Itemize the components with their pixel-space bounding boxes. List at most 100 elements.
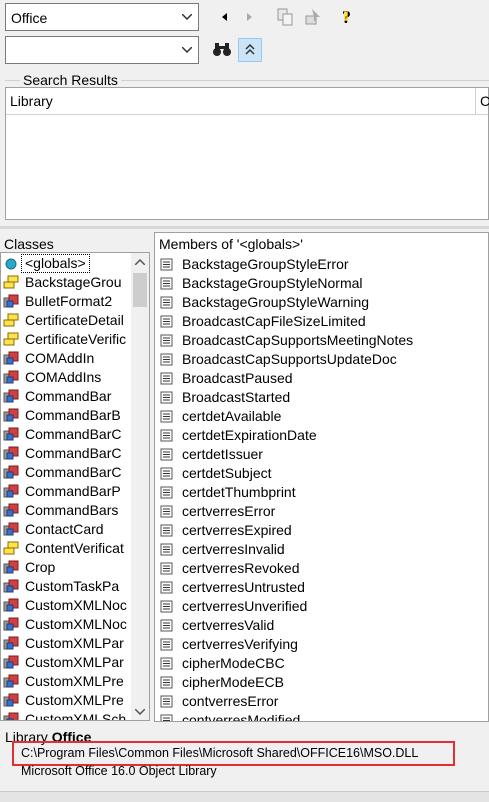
class-list-item[interactable]: COMAddIns: [1, 368, 131, 387]
class-list-item[interactable]: COMAddIn: [1, 349, 131, 368]
member-list-item[interactable]: cipherModeECB: [155, 673, 485, 692]
class-list-item-label: ContentVerificat: [25, 540, 124, 556]
member-list-item-label: contverresModified: [182, 712, 301, 722]
member-list-item[interactable]: certverresError: [155, 502, 485, 521]
class-icon: [3, 446, 19, 460]
constant-icon: [160, 562, 173, 575]
column-header-library[interactable]: Library: [6, 88, 476, 114]
class-list-item[interactable]: CustomXMLSch: [1, 710, 131, 720]
class-list-item-label: CommandBars: [25, 502, 119, 518]
members-list[interactable]: Members of '<globals>' BackstageGroupSty…: [154, 232, 489, 722]
class-list-item[interactable]: CustomXMLPre: [1, 691, 131, 710]
class-list-item[interactable]: CustomXMLNoc: [1, 615, 131, 634]
member-list-item[interactable]: certdetAvailable: [155, 407, 485, 426]
member-list-item[interactable]: certverresRevoked: [155, 559, 485, 578]
constant-icon: [160, 543, 173, 556]
class-list-item[interactable]: CommandBarC: [1, 444, 131, 463]
member-list-item[interactable]: certdetThumbprint: [155, 483, 485, 502]
classes-scrollbar[interactable]: [131, 253, 149, 720]
member-list-item[interactable]: contverresError: [155, 692, 485, 711]
binoculars-icon: [213, 43, 231, 56]
class-list-item[interactable]: CertificateVerific: [1, 330, 131, 349]
class-list-item-label: CommandBarC: [25, 464, 122, 480]
member-list-item[interactable]: BroadcastCapSupportsUpdateDoc: [155, 350, 485, 369]
class-list-item[interactable]: BulletFormat2: [1, 292, 131, 311]
class-list-item[interactable]: CustomXMLPar: [1, 653, 131, 672]
member-list-item-label: BackstageGroupStyleError: [182, 256, 349, 272]
horizontal-splitter[interactable]: [0, 226, 489, 229]
member-list-item[interactable]: certdetSubject: [155, 464, 485, 483]
constant-icon: [160, 486, 173, 499]
member-list-item[interactable]: certverresUntrusted: [155, 578, 485, 597]
go-forward-button[interactable]: [238, 6, 260, 28]
constant-icon: [160, 619, 173, 632]
help-button[interactable]: ?: [336, 6, 358, 28]
class-list-item[interactable]: CustomXMLNoc: [1, 596, 131, 615]
class-list-item[interactable]: CommandBar: [1, 387, 131, 406]
class-list-item[interactable]: CertificateDetail: [1, 311, 131, 330]
member-list-item[interactable]: certverresUnverified: [155, 597, 485, 616]
class-list-item[interactable]: CommandBars: [1, 501, 131, 520]
class-icon: [3, 389, 19, 403]
class-icon: [3, 617, 19, 631]
details-description: Microsoft Office 16.0 Object Library: [21, 764, 217, 778]
class-icon: [3, 598, 19, 612]
class-list-item-label: ContactCard: [25, 521, 104, 537]
class-icon: [3, 370, 19, 384]
constant-icon: [160, 676, 173, 689]
class-list-item-label: COMAddIn: [25, 350, 95, 366]
member-list-item[interactable]: BackstageGroupStyleNormal: [155, 274, 485, 293]
class-list-item[interactable]: CustomTaskPa: [1, 577, 131, 596]
member-list-item[interactable]: certverresValid: [155, 616, 485, 635]
member-list-item[interactable]: BroadcastStarted: [155, 388, 485, 407]
search-results-list[interactable]: Library C: [5, 87, 489, 220]
class-list-item[interactable]: CustomXMLPre: [1, 672, 131, 691]
member-list-item[interactable]: BackstageGroupStyleWarning: [155, 293, 485, 312]
column-header-class[interactable]: C: [476, 88, 489, 114]
search-results-header: Library C: [6, 88, 489, 115]
member-list-item[interactable]: certverresExpired: [155, 521, 485, 540]
member-list-item[interactable]: BroadcastCapFileSizeLimited: [155, 312, 485, 331]
member-list-item[interactable]: contverresModified: [155, 711, 485, 722]
path-highlight-box: [12, 741, 455, 766]
class-list-item[interactable]: CommandBarC: [1, 425, 131, 444]
member-list-item[interactable]: cipherModeCBC: [155, 654, 485, 673]
chevron-down-icon[interactable]: [180, 37, 194, 63]
class-list-item[interactable]: ContentVerificat: [1, 539, 131, 558]
constant-icon: [160, 277, 173, 290]
view-definition-button[interactable]: [302, 6, 324, 28]
class-icon: [3, 712, 19, 720]
member-list-item[interactable]: BroadcastCapSupportsMeetingNotes: [155, 331, 485, 350]
member-list-item[interactable]: certdetExpirationDate: [155, 426, 485, 445]
class-list-item[interactable]: <globals>: [1, 254, 131, 273]
class-list-item[interactable]: CommandBarB: [1, 406, 131, 425]
class-icon: [3, 693, 19, 707]
classes-scrollbar-thumb[interactable]: [133, 273, 147, 307]
copy-to-clipboard-button[interactable]: [274, 6, 296, 28]
member-list-item[interactable]: BroadcastPaused: [155, 369, 485, 388]
member-list-item[interactable]: certverresInvalid: [155, 540, 485, 559]
class-icon: [3, 427, 19, 441]
go-back-button[interactable]: [214, 6, 236, 28]
class-list-item-label: CommandBar: [25, 388, 112, 404]
class-list-item[interactable]: BackstageGrou: [1, 273, 131, 292]
copy-icon: [277, 8, 293, 26]
search-button[interactable]: [210, 38, 234, 60]
class-list-item[interactable]: ContactCard: [1, 520, 131, 539]
search-text-combo[interactable]: [5, 36, 199, 64]
member-list-item-label: certverresUntrusted: [182, 579, 305, 595]
member-list-item[interactable]: certverresVerifying: [155, 635, 485, 654]
class-list-item[interactable]: Crop: [1, 558, 131, 577]
toggle-search-results-button[interactable]: [238, 38, 262, 62]
classes-list[interactable]: <globals> BackstageGrou BulletFormat2 Certi…: [0, 252, 150, 721]
class-list-item[interactable]: CommandBarP: [1, 482, 131, 501]
scroll-down-icon: [135, 709, 145, 715]
chevron-down-icon[interactable]: [180, 4, 194, 30]
scroll-up-icon: [135, 259, 145, 265]
member-list-item[interactable]: certdetIssuer: [155, 445, 485, 464]
class-icon: [3, 503, 19, 517]
class-list-item[interactable]: CommandBarC: [1, 463, 131, 482]
library-combo[interactable]: Office: [5, 3, 199, 31]
member-list-item[interactable]: BackstageGroupStyleError: [155, 255, 485, 274]
class-list-item[interactable]: CustomXMLPar: [1, 634, 131, 653]
